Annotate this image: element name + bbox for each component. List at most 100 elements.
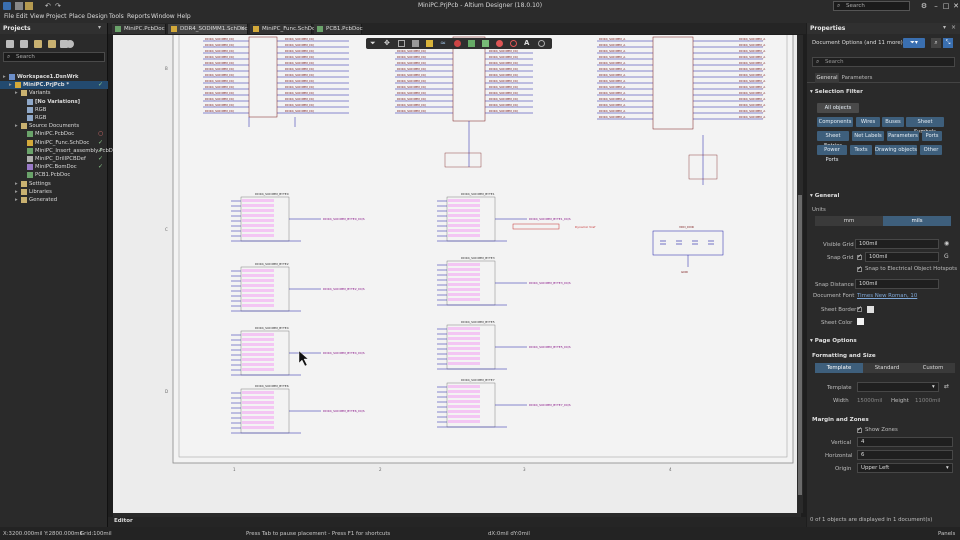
filter-net-labels-button[interactable]: Net Labels: [852, 131, 884, 141]
chevron-icon[interactable]: ▸: [15, 188, 18, 196]
vertical-scrollbar[interactable]: [797, 35, 803, 513]
chevron-icon[interactable]: ▸: [15, 122, 18, 130]
wire-icon[interactable]: ≈: [440, 40, 447, 47]
move-icon[interactable]: ✥: [384, 40, 391, 47]
filter-drawing-objects-button[interactable]: Drawing objects: [875, 145, 917, 155]
tree-item[interactable]: ▸ Settings: [0, 180, 108, 188]
menu-place[interactable]: Place: [69, 13, 85, 20]
tree-item[interactable]: MiniPC.BomDoc ✓: [0, 163, 108, 171]
show-zones-checkbox[interactable]: [857, 426, 862, 433]
tab-pcb1-pcbdoc[interactable]: PCB1.PcbDoc: [314, 24, 363, 34]
panel-menu-icon[interactable]: ▾: [98, 24, 101, 31]
tree-item[interactable]: PCB1.PcbDoc: [0, 171, 108, 179]
save-project-icon[interactable]: [20, 40, 28, 48]
tree-item[interactable]: ▸ Libraries: [0, 188, 108, 196]
filter-texts-button[interactable]: Texts: [850, 145, 872, 155]
snap-grid-checkbox[interactable]: [857, 253, 862, 260]
filter-power-ports-button[interactable]: Power Ports: [817, 145, 847, 163]
tree-item[interactable]: MiniPC_DrillPCBDef ✓: [0, 155, 108, 163]
menu-file[interactable]: File: [4, 13, 14, 20]
select-area-icon[interactable]: [398, 40, 405, 47]
format-custom[interactable]: Custom: [911, 363, 955, 373]
units-mm[interactable]: mm: [815, 216, 883, 226]
global-search-input[interactable]: ⌕ Search: [833, 1, 910, 11]
menu-view[interactable]: View: [30, 13, 44, 20]
menu-edit[interactable]: Edit: [16, 13, 28, 20]
tab-minipc-func-schdoc[interactable]: MiniPC_Func.SchDoc: [250, 24, 318, 34]
menu-help[interactable]: Help: [177, 13, 191, 20]
panels-button[interactable]: Panels: [938, 531, 955, 537]
sheet-symbol-icon[interactable]: [482, 40, 489, 47]
chevron-icon[interactable]: ▸: [9, 81, 12, 89]
text-icon[interactable]: A: [524, 40, 531, 47]
filter-components-button[interactable]: Components: [817, 117, 853, 127]
tree-item[interactable]: ▸ Generated: [0, 196, 108, 204]
format-template[interactable]: Template: [815, 363, 863, 373]
tree-item[interactable]: ▸ Workspace1.DsnWrk: [0, 73, 108, 81]
menu-design[interactable]: Design: [87, 13, 108, 20]
sheet-border-checkbox[interactable]: [857, 305, 862, 312]
filter-sheet-symbols-button[interactable]: Sheet Symbols: [906, 117, 944, 135]
tree-item[interactable]: MiniPC_Insert_assembly.PcbDoc ✓: [0, 147, 119, 155]
filter-other-button[interactable]: Other: [920, 145, 942, 155]
visibility-eye-icon[interactable]: ◉: [944, 240, 949, 247]
chevron-icon[interactable]: ▸: [3, 73, 6, 81]
filter-parameters-button[interactable]: Parameters: [887, 131, 919, 141]
tree-item[interactable]: [No Variations]: [0, 98, 108, 106]
harness-icon[interactable]: [468, 40, 475, 47]
panel-close-icon[interactable]: ×: [951, 24, 956, 31]
schematic-canvas[interactable]: B C D 1 2 3 4 DDR4_SODIMM_DQ DDR4_SODIMM_DQ DDR4_…: [113, 35, 801, 513]
tree-item[interactable]: MiniPC_Func.SchDoc ✓: [0, 139, 108, 147]
format-standard[interactable]: Standard: [863, 363, 911, 373]
maximize-button[interactable]: □: [942, 2, 950, 10]
all-objects-button[interactable]: All objects: [817, 103, 859, 113]
template-dropdown[interactable]: ▾: [857, 382, 939, 392]
editor-tab[interactable]: Editor: [114, 518, 133, 524]
projects-search-input[interactable]: ⌕ Search: [3, 52, 105, 62]
chevron-icon[interactable]: ▸: [15, 89, 18, 97]
tree-item[interactable]: ▸ MiniPC.PrjPcb * ✓: [0, 81, 108, 90]
units-mils[interactable]: mils: [883, 216, 951, 226]
menu-tools[interactable]: Tools: [109, 13, 124, 20]
minimize-button[interactable]: –: [932, 2, 940, 10]
snap-electrical-checkbox[interactable]: [857, 265, 862, 272]
selection-filter-heading[interactable]: ▾ Selection Filter: [810, 89, 863, 95]
menu-project[interactable]: Project: [46, 13, 67, 20]
filter-icon[interactable]: ⏷: [370, 40, 377, 47]
align-icon[interactable]: [412, 40, 419, 47]
tree-item[interactable]: ▸ Source Documents: [0, 122, 108, 130]
tab-ddr4-sodimm1-schdoc[interactable]: DDR4_SODIMM1.SchDoc ×: [168, 24, 248, 34]
tree-item[interactable]: RGB: [0, 106, 108, 114]
port-icon[interactable]: [496, 40, 503, 47]
no-erc-icon[interactable]: [510, 40, 517, 47]
origin-dropdown[interactable]: Upper Left ▾: [857, 463, 953, 473]
tree-item[interactable]: ▸ Variants: [0, 89, 108, 97]
tab-minipc-pcbdoc[interactable]: MiniPC.PcbDoc: [112, 24, 166, 34]
open-folder-icon[interactable]: [34, 40, 42, 48]
horizontal-zones-field[interactable]: 6: [857, 450, 953, 460]
sheet-border-color-swatch[interactable]: [867, 306, 874, 313]
snap-distance-field[interactable]: 100mil: [855, 279, 939, 289]
tree-item[interactable]: MiniPC.PcbDoc ○: [0, 130, 108, 138]
place-part-icon[interactable]: [426, 40, 433, 47]
schematic-sheet[interactable]: B C D 1 2 3 4 DDR4_SODIMM_DQ DDR4_SODIMM_DQ DDR4_…: [113, 35, 801, 513]
power-port-icon[interactable]: [454, 40, 461, 47]
tab-general[interactable]: General: [815, 73, 839, 83]
close-button[interactable]: ✕: [952, 2, 960, 10]
filter-wires-button[interactable]: Wires: [856, 117, 880, 127]
menu-window[interactable]: Window: [151, 13, 175, 20]
filter-dropdown-button[interactable]: ⏷▾: [903, 38, 925, 48]
menu-reports[interactable]: Reports: [127, 13, 150, 20]
open-project-icon[interactable]: [48, 40, 56, 48]
refresh-template-icon[interactable]: ⇄: [944, 383, 949, 390]
tree-item[interactable]: RGB: [0, 114, 108, 122]
lock-selection-icon[interactable]: ⤡: [943, 38, 953, 48]
tab-parameters[interactable]: Parameters: [841, 73, 873, 83]
general-heading[interactable]: ▾ General: [810, 193, 839, 199]
vertical-zones-field[interactable]: 4: [857, 437, 953, 447]
settings-gear-icon[interactable]: ⚙: [920, 2, 928, 10]
chevron-icon[interactable]: ▸: [15, 180, 18, 188]
filter-sheet-entries-button[interactable]: Sheet Entries: [817, 131, 849, 149]
document-font-link[interactable]: Times New Roman, 10: [857, 293, 917, 299]
tab-close-icon[interactable]: ×: [240, 25, 245, 32]
